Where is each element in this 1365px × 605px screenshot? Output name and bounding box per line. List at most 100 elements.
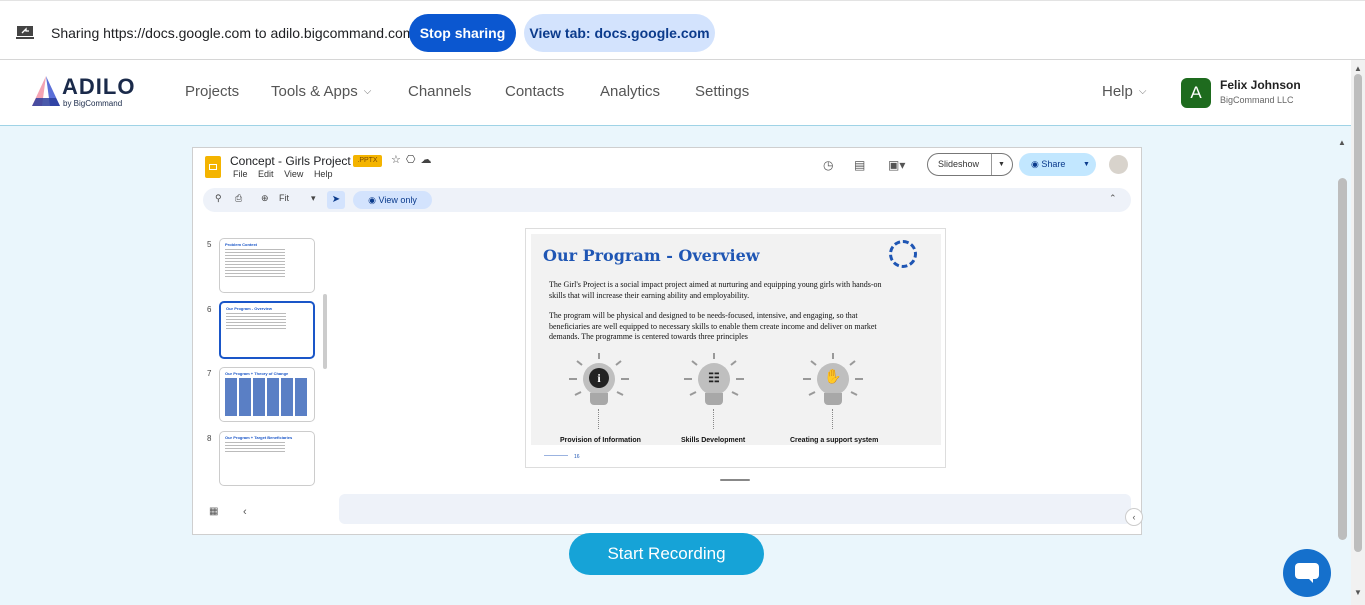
adilo-logo-icon (32, 76, 60, 106)
account-avatar[interactable] (1109, 155, 1128, 174)
user-organization: BigCommand LLC (1220, 95, 1294, 105)
principle-label: Provision of Information (560, 437, 641, 444)
slide-thumbnail[interactable]: Our Program + Theory of Change (219, 367, 315, 422)
thumb-number: 7 (207, 369, 212, 378)
start-recording-button[interactable]: Start Recording (569, 533, 764, 575)
thumb-title: Our Program + Theory of Change (225, 371, 289, 376)
search-icon[interactable]: ⚲ (215, 193, 222, 204)
chevron-down-icon: ▾ (311, 193, 316, 203)
slide-footer-line (544, 455, 568, 456)
view-tab-button[interactable]: View tab: docs.google.com (524, 14, 715, 52)
principle-bulb: ☷ (684, 353, 744, 431)
stop-sharing-button[interactable]: Stop sharing (409, 14, 516, 52)
thumb-chart (225, 378, 309, 416)
zoom-icon[interactable]: ⊕ (261, 193, 269, 204)
inner-scroll-thumb[interactable] (1338, 178, 1347, 540)
menu-file[interactable]: File (233, 169, 248, 179)
logo-byline: by BigCommand (63, 99, 123, 108)
bulb-base (824, 393, 842, 405)
principle-bulb: ✋ (803, 353, 863, 431)
cloud-status-icon[interactable]: ☁ (420, 154, 436, 166)
chevron-down-icon: ⌵ (1138, 86, 1147, 97)
thumb-text-lines (225, 249, 285, 279)
thumb-text-lines (226, 313, 286, 331)
nav-analytics[interactable]: Analytics (600, 83, 660, 100)
chevron-up-icon[interactable]: ⌃ (1109, 193, 1117, 204)
title-action-icons: ☆⎔☁ (391, 153, 436, 166)
slide-paragraph-2: The program will be physical and designe… (549, 311, 877, 341)
slide-thumbnail-selected[interactable]: Our Program - Overview (219, 301, 315, 359)
nav-tools-apps-label: Tools & Apps (271, 83, 358, 100)
speaker-notes[interactable] (339, 494, 1131, 524)
support-hand-icon: ✋ (824, 370, 842, 385)
slideshow-button[interactable]: Slideshow ▼ (927, 153, 1013, 176)
slide-thumbnail[interactable]: Our Program + Target Beneficiaries (219, 431, 315, 486)
slide-canvas: Our Program - Overview The Girl's Projec… (531, 234, 941, 445)
move-icon[interactable]: ⎔ (406, 154, 421, 166)
print-icon[interactable]: ⎙ (235, 193, 242, 204)
thumb-number: 6 (207, 305, 212, 314)
chevron-down-icon[interactable]: ▼ (1083, 153, 1090, 176)
meet-icon[interactable]: ▣▾ (888, 158, 905, 172)
chat-bubble-icon (1295, 563, 1319, 583)
help-label: Help (1102, 83, 1133, 100)
star-icon[interactable]: ☆ (391, 154, 406, 166)
nav-channels[interactable]: Channels (408, 83, 471, 100)
training-icon: ☷ (708, 370, 720, 385)
chat-launcher[interactable] (1283, 549, 1331, 597)
slide-page-number: 16 (574, 454, 580, 460)
info-icon: i (589, 368, 609, 388)
share-doc-button[interactable]: ◉ Share ▼ (1019, 153, 1096, 176)
document-title[interactable]: Concept - Girls Project (230, 154, 351, 168)
principle-bulb: i (569, 353, 629, 431)
adilo-logo[interactable]: ADILO by BigCommand (30, 74, 150, 114)
nav-contacts[interactable]: Contacts (505, 83, 564, 100)
organization-logo-icon (889, 240, 917, 268)
comments-icon[interactable]: ▤ (854, 158, 865, 172)
page-scrollbar[interactable]: ▲ ▼ (1351, 60, 1365, 605)
view-only-button[interactable]: ◉ View only (353, 191, 432, 209)
share-doc-label: ◉ Share (1031, 153, 1065, 176)
inner-scroll-up-icon[interactable]: ▲ (1338, 138, 1346, 147)
notes-resize-handle[interactable] (720, 479, 750, 481)
file-type-badge: .PPTX (353, 155, 382, 167)
slideshow-divider (991, 154, 992, 175)
bulb-connector (713, 409, 716, 429)
screen-share-icon (16, 26, 34, 39)
slideshow-label: Slideshow (938, 159, 980, 169)
slide-paragraph-1: The Girl's Project is a social impact pr… (549, 280, 882, 300)
select-cursor-icon[interactable]: ➤ (327, 191, 345, 209)
bulb-base (590, 393, 608, 405)
bulb-connector (598, 409, 601, 429)
logo-wordmark: ADILO (62, 74, 136, 99)
help-menu[interactable]: Help ⌵ (1102, 83, 1146, 100)
grid-view-icon[interactable]: ▦ (209, 506, 218, 517)
zoom-select[interactable]: Fit ▾ (279, 193, 316, 204)
scroll-down-icon[interactable]: ▼ (1354, 588, 1362, 597)
menu-view[interactable]: View (284, 169, 303, 179)
nav-tools-apps[interactable]: Tools & Apps ⌵ (271, 83, 371, 100)
user-name[interactable]: Felix Johnson (1220, 78, 1301, 92)
menu-edit[interactable]: Edit (258, 169, 274, 179)
globe-icon: ◉ (1031, 159, 1039, 169)
chevron-down-icon: ⌵ (363, 86, 372, 97)
chevron-down-icon[interactable]: ▼ (998, 154, 1005, 175)
thumb-number: 5 (207, 240, 212, 249)
user-avatar[interactable]: A (1181, 78, 1211, 108)
zoom-value: Fit (279, 193, 289, 203)
eye-icon: ◉ (368, 195, 376, 205)
current-slide: Our Program - Overview The Girl's Projec… (525, 228, 946, 468)
scroll-up-icon[interactable]: ▲ (1354, 64, 1362, 73)
collapse-panel-icon[interactable]: ‹ (243, 506, 247, 518)
side-panel-toggle-icon[interactable]: ‹ (1125, 508, 1143, 526)
app-header: ADILO by BigCommand Projects Tools & App… (0, 60, 1351, 126)
nav-settings[interactable]: Settings (695, 83, 749, 100)
history-icon[interactable]: ◷ (823, 158, 833, 172)
slides-doc-icon (205, 156, 221, 178)
slide-thumbnail[interactable]: Problem Context (219, 238, 315, 293)
menu-bar: File Edit View Help (233, 169, 340, 179)
page-scroll-thumb[interactable] (1354, 74, 1362, 552)
nav-projects[interactable]: Projects (185, 83, 239, 100)
menu-help[interactable]: Help (314, 169, 333, 179)
thumbnail-scrollbar[interactable] (323, 294, 327, 369)
